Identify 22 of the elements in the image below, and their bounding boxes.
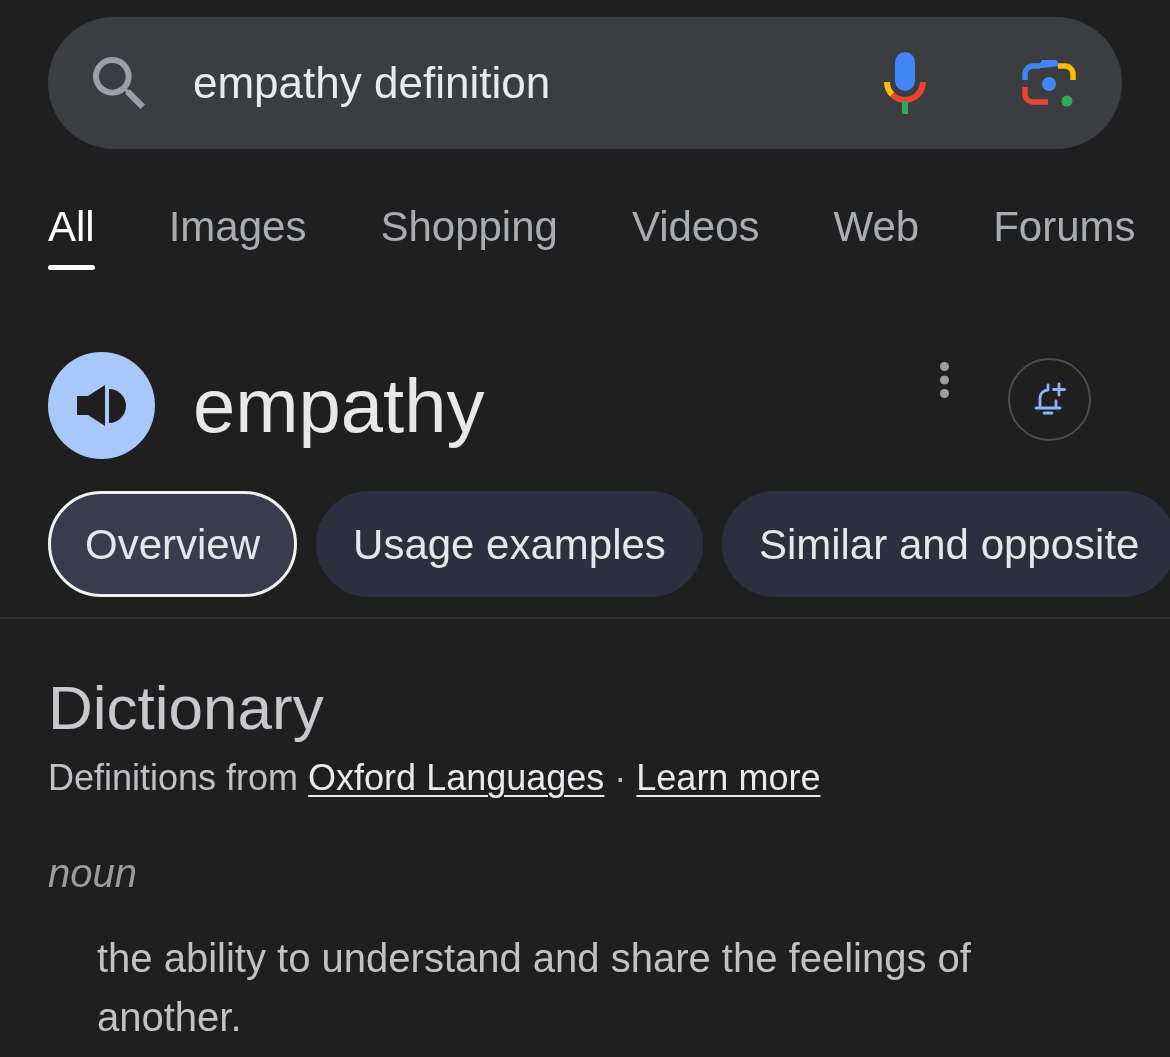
search-tab[interactable]: All — [48, 205, 95, 270]
section-chip[interactable]: Usage examples — [316, 491, 703, 597]
source-link[interactable]: Oxford Languages — [308, 757, 605, 798]
search-tab[interactable]: Forums — [993, 205, 1136, 270]
part-of-speech: noun — [48, 853, 138, 893]
microphone-icon[interactable] — [883, 52, 927, 114]
definition-text: the ability to understand and share the feelings of another. — [97, 935, 972, 1041]
learn-more-link[interactable]: Learn more — [636, 757, 821, 798]
search-field[interactable]: empathy definition — [48, 17, 1122, 149]
search-tab[interactable]: Web — [833, 205, 920, 270]
speaker-icon[interactable] — [48, 352, 155, 459]
camera-icon[interactable] — [1021, 58, 1077, 108]
attribution-text: Definitions from Oxford Languages · Learn more — [48, 760, 822, 796]
search-input[interactable]: empathy definition — [193, 55, 863, 111]
section-chip[interactable]: Overview — [48, 491, 298, 597]
search-tab[interactable]: Shopping — [380, 205, 558, 270]
search-tab[interactable]: Videos — [631, 205, 760, 270]
more-options-icon[interactable] — [940, 362, 949, 398]
search-tab[interactable]: Images — [168, 205, 307, 270]
search-icon — [93, 57, 145, 109]
add-alert-button[interactable] — [1008, 358, 1091, 441]
section-chip[interactable]: Similar and opposite — [721, 491, 1170, 597]
